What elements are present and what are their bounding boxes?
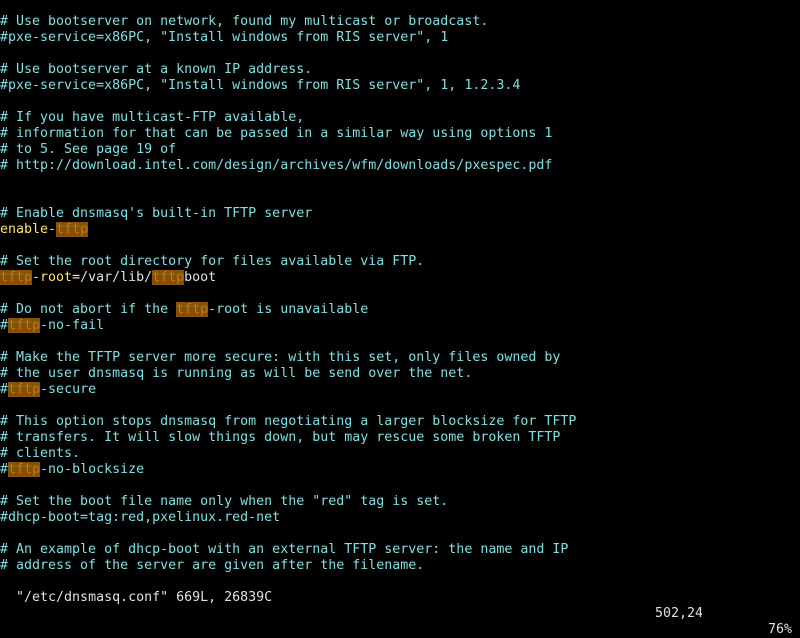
- text-line[interactable]: [0, 398, 800, 414]
- text-line[interactable]: # address of the server are given after …: [0, 558, 800, 574]
- text-line[interactable]: # Make the TFTP server more secure: with…: [0, 350, 800, 366]
- search-highlight: tftp: [152, 270, 185, 285]
- text-line[interactable]: # An example of dhcp-boot with an extern…: [0, 542, 800, 558]
- text-segment: # to 5. See page 19 of: [0, 142, 177, 157]
- text-line[interactable]: # information for that can be passed in …: [0, 126, 800, 142]
- file-info: "/etc/dnsmasq.conf" 669L, 26839C: [16, 590, 273, 605]
- scroll-percent: 76%: [768, 622, 793, 637]
- text-line[interactable]: #tftp-no-blocksize: [0, 462, 800, 478]
- text-segment: #: [0, 462, 9, 477]
- text-segment: enable-: [0, 222, 57, 237]
- text-line[interactable]: [0, 190, 800, 206]
- search-highlight: tftp: [176, 302, 209, 317]
- text-segment: #: [0, 318, 9, 333]
- text-segment: # information for that can be passed in …: [0, 126, 553, 141]
- text-segment: # Set the boot file name only when the "…: [0, 494, 449, 509]
- text-segment: # This option stops dnsmasq from negotia…: [0, 414, 577, 429]
- text-line[interactable]: # Set the boot file name only when the "…: [0, 494, 800, 510]
- text-line[interactable]: [0, 174, 800, 190]
- text-segment: -no-fail: [40, 318, 105, 333]
- text-line[interactable]: [0, 238, 800, 254]
- text-segment: boot: [184, 270, 217, 285]
- text-segment: # transfers. It will slow things down, b…: [0, 430, 561, 445]
- text-line[interactable]: enable-tftp: [0, 222, 800, 238]
- text-segment: # Set the root directory for files avail…: [0, 254, 425, 269]
- text-segment: # An example of dhcp-boot with an extern…: [0, 542, 569, 557]
- text-line[interactable]: # Set the root directory for files avail…: [0, 254, 800, 270]
- text-segment: -root is unavailable: [208, 302, 369, 317]
- text-segment: -secure: [40, 382, 97, 397]
- text-segment: # Use bootserver at a known IP address.: [0, 62, 313, 77]
- cursor-position: 502,24: [655, 606, 704, 621]
- text-line[interactable]: # the user dnsmasq is running as will be…: [0, 366, 800, 382]
- text-line[interactable]: # transfers. It will slow things down, b…: [0, 430, 800, 446]
- search-highlight: tftp: [56, 222, 89, 237]
- text-line[interactable]: # This option stops dnsmasq from negotia…: [0, 414, 800, 430]
- text-line[interactable]: [0, 334, 800, 350]
- text-line[interactable]: #tftp-secure: [0, 382, 800, 398]
- text-segment: # http://download.intel.com/design/archi…: [0, 158, 553, 173]
- text-segment: =/var/lib/: [72, 270, 153, 285]
- text-segment: # Use bootserver on network, found my mu…: [0, 14, 489, 29]
- text-line[interactable]: [0, 46, 800, 62]
- text-segment: # the user dnsmasq is running as will be…: [0, 366, 473, 381]
- search-highlight: tftp: [8, 318, 41, 333]
- text-line[interactable]: # to 5. See page 19 of: [0, 142, 800, 158]
- text-segment: #pxe-service=x86PC, "Install windows fro…: [0, 30, 449, 45]
- text-line[interactable]: # clients.: [0, 446, 800, 462]
- text-line[interactable]: [0, 526, 800, 542]
- text-segment: # clients.: [0, 446, 81, 461]
- text-line[interactable]: # Use bootserver at a known IP address.: [0, 62, 800, 78]
- text-line[interactable]: # http://download.intel.com/design/archi…: [0, 158, 800, 174]
- text-segment: # Enable dnsmasq's built-in TFTP server: [0, 206, 313, 221]
- text-segment: #: [0, 382, 9, 397]
- status-line: "/etc/dnsmasq.conf" 669L, 26839C 502,24 …: [0, 574, 800, 637]
- editor-buffer[interactable]: # Use bootserver on network, found my mu…: [0, 14, 800, 574]
- text-segment: # Make the TFTP server more secure: with…: [0, 350, 561, 365]
- text-segment: # address of the server are given after …: [0, 558, 425, 573]
- text-segment: #dhcp-boot=tag:red,pxelinux.red-net: [0, 510, 281, 525]
- text-line[interactable]: #pxe-service=x86PC, "Install windows fro…: [0, 78, 800, 94]
- text-line[interactable]: tftp-root=/var/lib/tftpboot: [0, 270, 800, 286]
- text-line[interactable]: [0, 478, 800, 494]
- text-line[interactable]: # Do not abort if the tftp-root is unava…: [0, 302, 800, 318]
- search-highlight: tftp: [0, 270, 33, 285]
- text-line[interactable]: # Enable dnsmasq's built-in TFTP server: [0, 206, 800, 222]
- search-highlight: tftp: [8, 462, 41, 477]
- text-line[interactable]: [0, 94, 800, 110]
- text-line[interactable]: #dhcp-boot=tag:red,pxelinux.red-net: [0, 510, 800, 526]
- text-segment: -root: [32, 270, 73, 285]
- text-line[interactable]: # If you have multicast-FTP available,: [0, 110, 800, 126]
- text-line[interactable]: # Use bootserver on network, found my mu…: [0, 14, 800, 30]
- text-line[interactable]: #tftp-no-fail: [0, 318, 800, 334]
- text-segment: # If you have multicast-FTP available,: [0, 110, 305, 125]
- search-highlight: tftp: [8, 382, 41, 397]
- text-line[interactable]: [0, 286, 800, 302]
- text-segment: # Do not abort if the: [0, 302, 177, 317]
- text-line[interactable]: #pxe-service=x86PC, "Install windows fro…: [0, 30, 800, 46]
- text-segment: #pxe-service=x86PC, "Install windows fro…: [0, 78, 521, 93]
- text-segment: -no-blocksize: [40, 462, 145, 477]
